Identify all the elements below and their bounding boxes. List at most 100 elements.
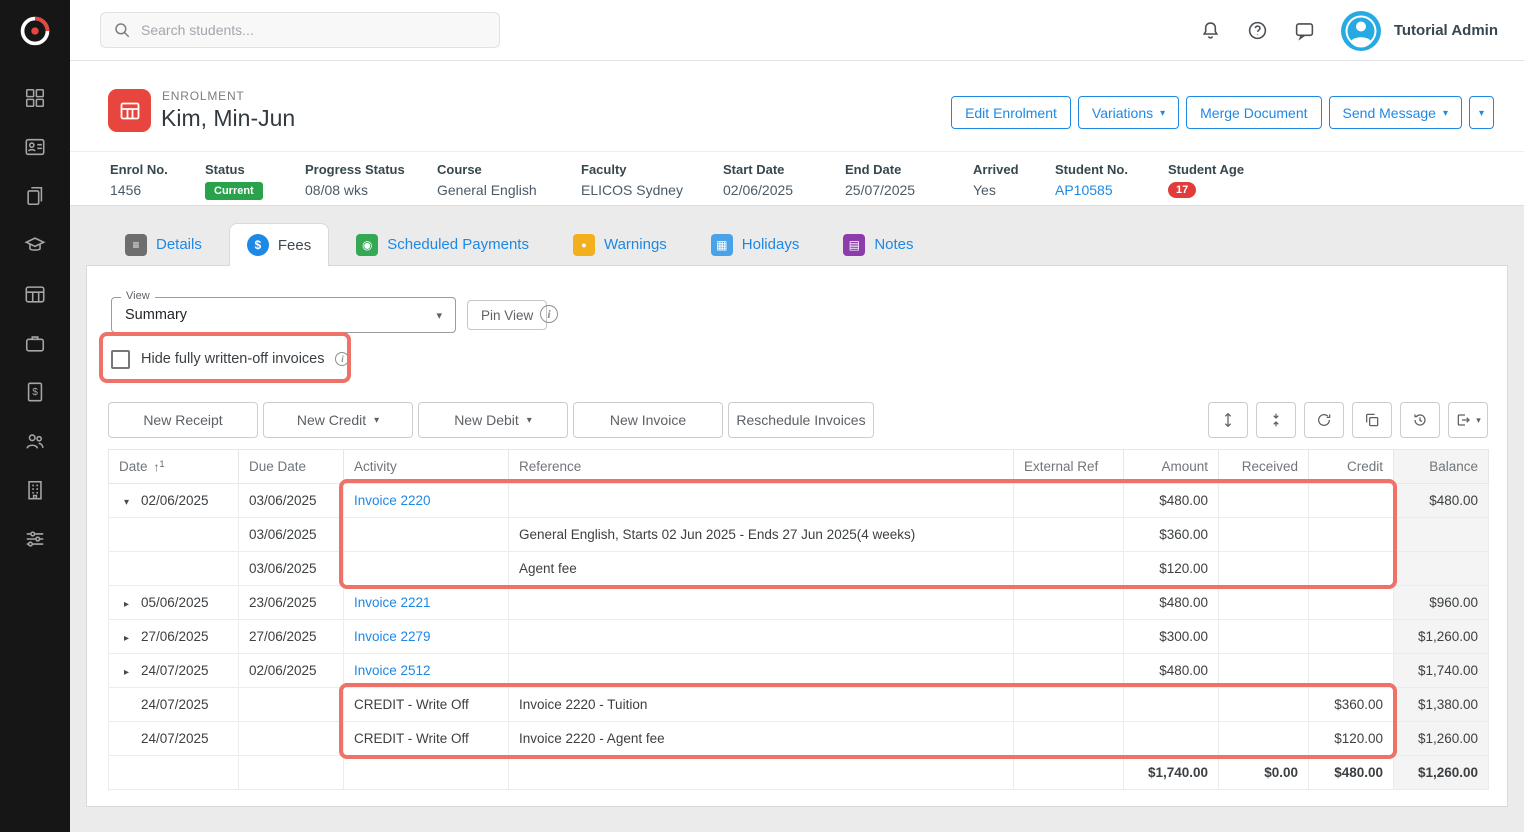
notifications-bell-icon[interactable] [1200,20,1221,41]
unfold-icon [1220,412,1236,428]
tab-holidays[interactable]: ▦Holidays [694,223,817,266]
app-logo[interactable] [0,0,70,61]
tab-warnings[interactable]: ●Warnings [556,223,684,266]
copy-table-button[interactable] [1352,402,1392,438]
section-label: ENROLMENT [162,89,245,103]
pin-view-button[interactable]: Pin View [467,300,547,330]
status-badge: Current [205,182,263,200]
organisation-icon[interactable] [0,465,70,514]
collapse-row-icon[interactable]: ▾ [119,497,134,508]
view-info-icon[interactable]: i [540,305,558,323]
agents-icon[interactable] [0,318,70,367]
chat-icon[interactable] [1294,20,1315,41]
col-credit[interactable]: Credit [1309,450,1394,484]
new-credit-button[interactable]: New Credit▾ [263,402,413,438]
table-row[interactable]: 03/06/2025 Agent fee $120.00 [109,552,1489,586]
hide-written-off-info-icon[interactable]: i [335,352,349,366]
settings-icon[interactable] [0,514,70,563]
total-amount: $1,740.00 [1124,756,1219,790]
more-actions-button[interactable]: ▾ [1469,96,1494,129]
documents-icon[interactable] [0,171,70,220]
cell-balance: $1,260.00 [1394,722,1489,756]
sort-asc-icon: ↑1 [154,460,165,474]
new-debit-button[interactable]: New Debit▾ [418,402,568,438]
contacts-icon[interactable] [0,122,70,171]
col-due-date[interactable]: Due Date [239,450,344,484]
dashboard-icon[interactable] [0,73,70,122]
view-select[interactable]: View Summary ▾ [111,297,456,333]
col-received[interactable]: Received [1219,450,1309,484]
history-icon [1412,412,1428,428]
sidebar: $ [0,0,70,832]
send-message-button[interactable]: Send Message▾ [1329,96,1462,129]
finance-icon[interactable]: $ [0,367,70,416]
expand-row-icon[interactable]: ▸ [119,599,134,610]
user-menu[interactable]: Tutorial Admin [1341,11,1498,51]
caret-down-icon: ▾ [527,415,532,426]
info-student-age: Student Age17 [1168,162,1244,206]
cell-received [1219,654,1309,688]
table-row[interactable]: 03/06/2025 General English, Starts 02 Ju… [109,518,1489,552]
col-reference[interactable]: Reference [509,450,1014,484]
export-button[interactable]: ▾ [1448,402,1488,438]
history-button[interactable] [1400,402,1440,438]
expand-row-icon[interactable]: ▸ [119,633,134,644]
tab-notes[interactable]: ▤Notes [826,223,930,266]
info-faculty: FacultyELICOS Sydney [581,162,723,206]
hide-written-off-row: Hide fully written-off invoices i [111,344,349,374]
merge-document-button[interactable]: Merge Document [1186,96,1321,129]
tab-fees[interactable]: $Fees [229,223,329,266]
cell-due-date [239,722,344,756]
cell-amount [1124,688,1219,722]
student-no-link[interactable]: AP10585 [1055,182,1168,198]
cell-due-date: 03/06/2025 [239,484,344,518]
expand-row-icon[interactable]: ▸ [119,667,134,678]
cell-reference: General English, Starts 02 Jun 2025 - En… [509,518,1014,552]
fees-icon: $ [247,234,269,256]
col-amount[interactable]: Amount [1124,450,1219,484]
table-row[interactable]: 24/07/2025 CREDIT - Write Off Invoice 22… [109,722,1489,756]
refresh-button[interactable] [1304,402,1344,438]
info-end-date: End Date25/07/2025 [845,162,973,206]
cell-credit [1309,654,1394,688]
timetable-icon[interactable] [0,269,70,318]
cell-reference [509,756,1014,790]
fold-icon [1268,412,1284,428]
table-row[interactable]: 24/07/2025 CREDIT - Write Off Invoice 22… [109,688,1489,722]
expand-all-rows-button[interactable] [1208,402,1248,438]
table-row[interactable]: ▾02/06/2025 03/06/2025 Invoice 2220 $480… [109,484,1489,518]
col-activity[interactable]: Activity [344,450,509,484]
collapse-all-rows-button[interactable] [1256,402,1296,438]
enrolment-icon [108,89,151,132]
new-receipt-button[interactable]: New Receipt [108,402,258,438]
invoice-link[interactable]: Invoice 2512 [354,663,431,678]
variations-button[interactable]: Variations▾ [1078,96,1179,129]
caret-down-icon: ▾ [1476,415,1481,426]
fees-toolbar: New Receipt New Credit▾ New Debit▾ New I… [108,402,1488,438]
student-search[interactable] [100,12,500,48]
tab-details[interactable]: ≡Details [108,223,219,266]
table-row[interactable]: ▸27/06/2025 27/06/2025 Invoice 2279 $300… [109,620,1489,654]
col-date[interactable]: Date↑1 [109,450,239,484]
table-header-row: Date↑1 Due Date Activity Reference Exter… [109,450,1489,484]
cell-activity: CREDIT - Write Off [344,722,509,756]
invoice-link[interactable]: Invoice 2221 [354,595,431,610]
reschedule-invoices-button[interactable]: Reschedule Invoices [728,402,874,438]
table-row[interactable]: ▸05/06/2025 23/06/2025 Invoice 2221 $480… [109,586,1489,620]
help-icon[interactable] [1247,20,1268,41]
invoice-link[interactable]: Invoice 2279 [354,629,431,644]
col-balance[interactable]: Balance [1394,450,1489,484]
hide-written-off-checkbox[interactable] [111,350,130,369]
edit-enrolment-button[interactable]: Edit Enrolment [951,96,1071,129]
staff-icon[interactable] [0,416,70,465]
tab-scheduled-payments[interactable]: ◉Scheduled Payments [339,223,546,266]
invoice-link[interactable]: Invoice 2220 [354,493,431,508]
cell-amount: $480.00 [1124,586,1219,620]
col-external-ref[interactable]: External Ref [1014,450,1124,484]
search-input[interactable] [141,22,487,38]
cell-due-date: 03/06/2025 [239,552,344,586]
table-row[interactable]: ▸24/07/2025 02/06/2025 Invoice 2512 $480… [109,654,1489,688]
info-student-no: Student No.AP10585 [1055,162,1168,206]
courses-icon[interactable] [0,220,70,269]
new-invoice-button[interactable]: New Invoice [573,402,723,438]
